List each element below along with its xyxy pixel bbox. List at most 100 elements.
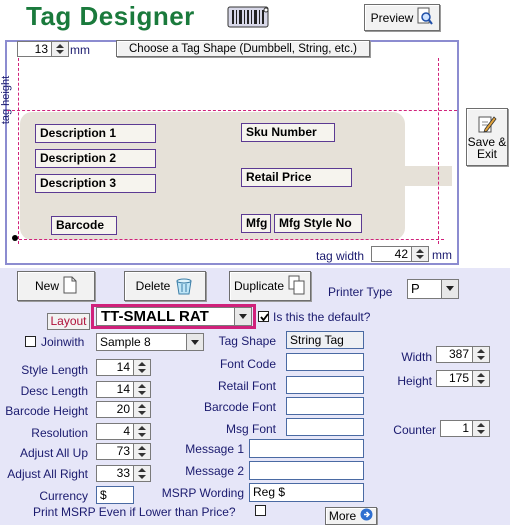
default-checkbox[interactable] — [258, 311, 269, 322]
style-length-value: 14 — [116, 360, 130, 374]
more-button[interactable]: More — [325, 507, 377, 525]
new-button[interactable]: New — [17, 271, 95, 301]
msg-font-field[interactable] — [286, 418, 364, 436]
field-sku-number[interactable]: Sku Number — [241, 123, 335, 142]
tag-height-label: tag height — [0, 75, 13, 125]
field-description-2[interactable]: Description 2 — [35, 149, 156, 168]
spinner-arrows-icon[interactable] — [133, 382, 150, 397]
delete-label: Delete — [135, 279, 171, 293]
spinner-arrows-icon[interactable] — [133, 424, 150, 439]
layout-label: Layout — [47, 313, 90, 330]
message-1-label: Message 1 — [185, 442, 244, 456]
layout-select[interactable]: TT-SMALL RAT — [96, 307, 252, 326]
tag-string-neck — [400, 166, 452, 186]
style-length-label: Style Length — [21, 363, 88, 377]
spinner-arrows-icon[interactable] — [472, 421, 489, 436]
currency-field[interactable]: $ — [96, 486, 134, 504]
right-guide — [438, 58, 439, 244]
counter-label: Counter — [393, 423, 436, 437]
printer-type-select[interactable]: P — [407, 279, 459, 299]
adjust-up-label: Adjust All Up — [19, 446, 88, 460]
origin-dot — [12, 235, 18, 241]
app-title: Tag Designer — [26, 1, 195, 31]
field-description-3[interactable]: Description 3 — [35, 174, 156, 193]
tag-width-spinner[interactable]: 42 — [371, 246, 429, 262]
desc-length-spinner[interactable]: 14 — [96, 381, 151, 398]
duplicate-button[interactable]: Duplicate — [229, 271, 311, 301]
spinner-arrows-icon[interactable] — [411, 247, 428, 261]
printer-type-label: Printer Type — [328, 285, 393, 299]
adjust-right-label: Adjust All Right — [7, 467, 88, 481]
delete-button[interactable]: Delete — [124, 271, 206, 301]
font-code-field[interactable] — [286, 353, 364, 371]
width-label: Width — [401, 350, 432, 364]
save-exit-button[interactable]: Save & Exit — [466, 108, 508, 166]
message-2-label: Message 2 — [185, 464, 244, 478]
field-mfg[interactable]: Mfg — [241, 214, 271, 233]
spinner-arrows-icon[interactable] — [133, 402, 150, 417]
field-description-1[interactable]: Description 1 — [35, 124, 156, 143]
barcode-font-label: Barcode Font — [203, 400, 276, 414]
style-length-spinner[interactable]: 14 — [96, 359, 151, 376]
duplicate-label: Duplicate — [233, 279, 285, 293]
counter-value: 1 — [462, 421, 469, 435]
field-barcode[interactable]: Barcode — [51, 216, 117, 235]
pencil-icon — [477, 114, 497, 136]
counter-spinner[interactable]: 1 — [440, 420, 490, 437]
print-msrp-label: Print MSRP Even if Lower than Price? — [33, 505, 236, 519]
msg-font-label: Msg Font — [225, 422, 276, 436]
bottom-guide — [14, 239, 444, 240]
choose-tag-shape-button[interactable]: Choose a Tag Shape (Dumbbell, String, et… — [116, 40, 370, 57]
spinner-arrows-icon[interactable] — [133, 466, 150, 481]
adjust-right-spinner[interactable]: 33 — [96, 465, 151, 482]
tag-shape-label: Tag Shape — [218, 334, 276, 348]
adjust-right-value: 33 — [116, 466, 130, 480]
currency-label: Currency — [39, 489, 88, 503]
message-1-field[interactable] — [249, 439, 364, 458]
arrow-right-circle-icon — [360, 508, 373, 524]
barcode-font-field[interactable] — [286, 397, 364, 415]
adjust-up-spinner[interactable]: 73 — [96, 443, 151, 460]
print-msrp-checkbox[interactable] — [255, 505, 266, 516]
field-retail-price[interactable]: Retail Price — [241, 168, 352, 187]
spinner-arrows-icon[interactable] — [472, 347, 489, 362]
default-label: Is this the default? — [273, 310, 371, 324]
chevron-down-icon[interactable] — [441, 280, 458, 298]
joinwith-checkbox[interactable] — [25, 336, 36, 347]
adjust-up-value: 73 — [116, 444, 130, 458]
width-value: 387 — [448, 347, 469, 361]
left-guide — [18, 58, 19, 244]
height-spinner[interactable]: 175 — [436, 370, 490, 387]
desc-length-value: 14 — [116, 382, 130, 396]
tag-shape-field[interactable]: String Tag — [286, 331, 364, 349]
magnifier-icon — [417, 7, 434, 28]
resolution-spinner[interactable]: 4 — [96, 423, 151, 440]
tag-height-spinner[interactable]: 13 — [17, 41, 69, 57]
choose-tag-shape-label: Choose a Tag Shape (Dumbbell, String, et… — [129, 42, 357, 55]
barcode-height-value: 20 — [116, 402, 130, 416]
spinner-arrows-icon[interactable] — [51, 42, 68, 56]
chevron-down-icon[interactable] — [234, 308, 251, 325]
joinwith-label: Joinwith — [41, 335, 85, 349]
trash-icon — [174, 275, 194, 298]
field-mfg-style-no[interactable]: Mfg Style No — [274, 214, 362, 233]
save-exit-label-2: Exit — [476, 147, 497, 161]
new-page-icon — [63, 276, 77, 297]
resolution-label: Resolution — [31, 426, 88, 440]
tag-width-label: tag width — [316, 249, 365, 263]
retail-font-field[interactable] — [286, 376, 364, 394]
spinner-arrows-icon[interactable] — [133, 444, 150, 459]
width-spinner[interactable]: 387 — [436, 346, 490, 363]
tag-height-unit: mm — [70, 43, 90, 57]
retail-font-label: Retail Font — [217, 379, 276, 393]
message-2-field[interactable] — [249, 461, 364, 480]
barcode-tag-icon — [226, 4, 272, 30]
more-label: More — [328, 509, 357, 523]
preview-button[interactable]: Preview — [364, 4, 440, 31]
spinner-arrows-icon[interactable] — [133, 360, 150, 375]
resolution-value: 4 — [123, 424, 130, 438]
tag-width-unit: mm — [432, 248, 452, 262]
msrp-wording-field[interactable]: Reg $ — [249, 483, 364, 502]
barcode-height-spinner[interactable]: 20 — [96, 401, 151, 418]
spinner-arrows-icon[interactable] — [472, 371, 489, 386]
